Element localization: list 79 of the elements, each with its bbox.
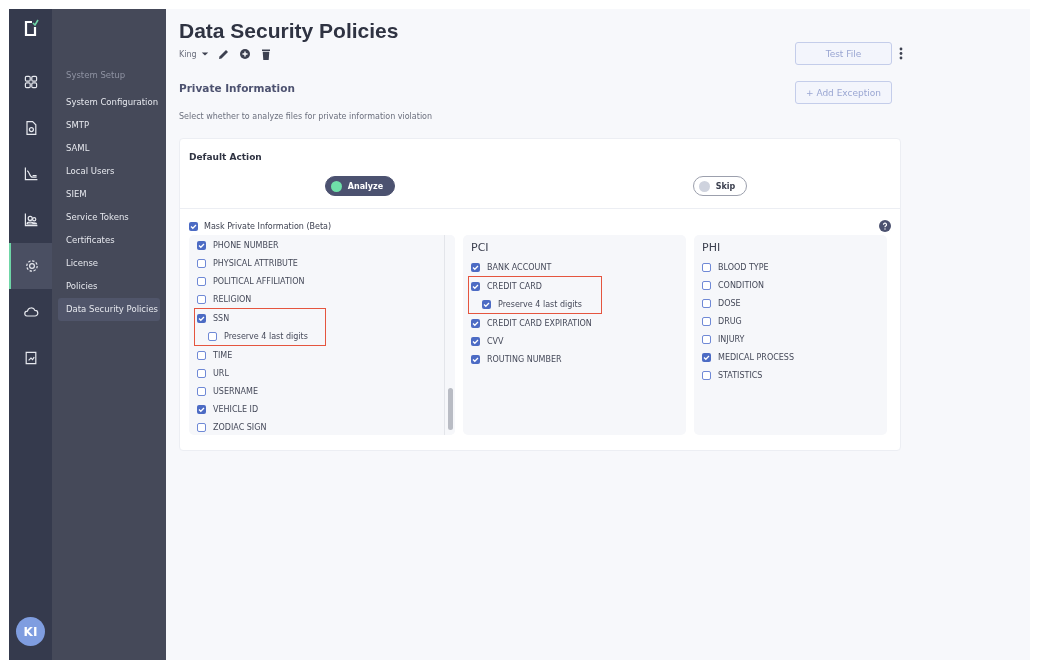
edit-icon[interactable]	[217, 48, 230, 60]
checkbox[interactable]	[702, 370, 711, 380]
sidebar-item[interactable]: License	[58, 252, 160, 275]
action-toggle[interactable]: Analyze	[324, 176, 396, 196]
option-label: PHYSICAL ATTRIBUTE	[213, 258, 298, 268]
option-label: CVV	[487, 336, 504, 346]
checkbox[interactable]	[482, 299, 491, 309]
sidebar-item[interactable]: Service Tokens	[58, 206, 160, 229]
sidebar-item[interactable]: SMTP	[58, 114, 160, 137]
default-action-label: Default Action	[188, 151, 263, 162]
option-label: POLITICAL AFFILIATION	[213, 276, 305, 286]
checkbox[interactable]	[702, 262, 711, 272]
add-icon[interactable]	[238, 48, 251, 60]
checkbox[interactable]	[197, 404, 206, 414]
sidebar-item[interactable]: Data Security Policies	[58, 298, 160, 321]
checkbox[interactable]	[197, 294, 206, 304]
sidebar-item[interactable]: Local Users	[58, 160, 160, 183]
option-label: DOSE	[718, 298, 741, 308]
more-icon[interactable]	[899, 47, 903, 60]
option-label: ZODIAC SIGN	[213, 422, 267, 432]
option-label: INJURY	[718, 334, 745, 344]
checkbox[interactable]	[189, 221, 198, 231]
option-label: Preserve 4 last digits	[498, 299, 582, 309]
category-title: PHI	[702, 241, 722, 254]
checkbox[interactable]	[702, 298, 711, 308]
option-label: TIME	[213, 350, 233, 360]
checkbox[interactable]	[702, 334, 711, 344]
checkbox[interactable]	[471, 336, 480, 346]
checkbox[interactable]	[197, 276, 206, 286]
sidebar-item[interactable]: SIEM	[58, 183, 160, 206]
sidebar-heading: System Setup	[65, 70, 127, 82]
help-icon[interactable]	[879, 220, 891, 232]
checkbox[interactable]	[471, 281, 480, 291]
option-label: USERNAME	[213, 386, 258, 396]
option-label: CONDITION	[718, 280, 764, 290]
logo-icon	[22, 19, 39, 37]
option-label: BLOOD TYPE	[718, 262, 769, 272]
option-label: RELIGION	[213, 294, 252, 304]
action-toggle[interactable]: Skip	[692, 176, 748, 196]
sidebar-item[interactable]: System Configuration	[58, 91, 160, 114]
checkbox[interactable]	[197, 350, 206, 360]
option-label: URL	[213, 368, 229, 378]
checkbox[interactable]	[702, 316, 711, 326]
settings-icon[interactable]	[9, 243, 52, 289]
option-label: MEDICAL PROCESS	[718, 352, 794, 362]
delete-icon[interactable]	[259, 48, 272, 60]
option-label: Preserve 4 last digits	[224, 331, 308, 341]
category-title: PCI	[471, 241, 490, 254]
checkbox[interactable]	[471, 262, 480, 272]
sidebar-item[interactable]: SAML	[58, 137, 160, 160]
checkbox[interactable]	[702, 280, 711, 290]
checkbox[interactable]	[197, 368, 206, 378]
option-label: BANK ACCOUNT	[487, 262, 552, 272]
sidebar-item[interactable]: Certificates	[58, 229, 160, 252]
option-label: PHONE NUMBER	[213, 240, 279, 250]
option-label: VEHICLE ID	[213, 404, 259, 414]
option-label: ROUTING NUMBER	[487, 354, 562, 364]
checkbox[interactable]	[208, 331, 217, 341]
checkbox[interactable]	[471, 318, 480, 328]
checkbox[interactable]	[197, 258, 206, 268]
section-description: Select whether to analyze files for private information violation	[179, 112, 433, 121]
checkbox[interactable]	[471, 354, 480, 364]
option-label: SSN	[213, 313, 230, 323]
caret-icon[interactable]	[200, 50, 209, 58]
page-title: Data Security Policies	[179, 19, 400, 43]
checkbox[interactable]	[197, 313, 206, 323]
checkbox[interactable]	[197, 240, 206, 250]
policy-dropdown[interactable]: King	[179, 49, 209, 59]
option-label: STATISTICS	[718, 370, 763, 380]
mask-label: Mask Private Information (Beta)	[204, 221, 332, 231]
option-label: DRUG	[718, 316, 742, 326]
section-title: Private Information	[179, 82, 295, 94]
option-label: CREDIT CARD EXPIRATION	[487, 318, 592, 328]
option-label: CREDIT CARD	[487, 281, 542, 291]
checkbox[interactable]	[702, 352, 711, 362]
checkbox[interactable]	[197, 422, 206, 432]
checkbox[interactable]	[197, 386, 206, 396]
scrollbar[interactable]	[444, 235, 455, 435]
sidebar-item[interactable]: Policies	[58, 275, 160, 298]
